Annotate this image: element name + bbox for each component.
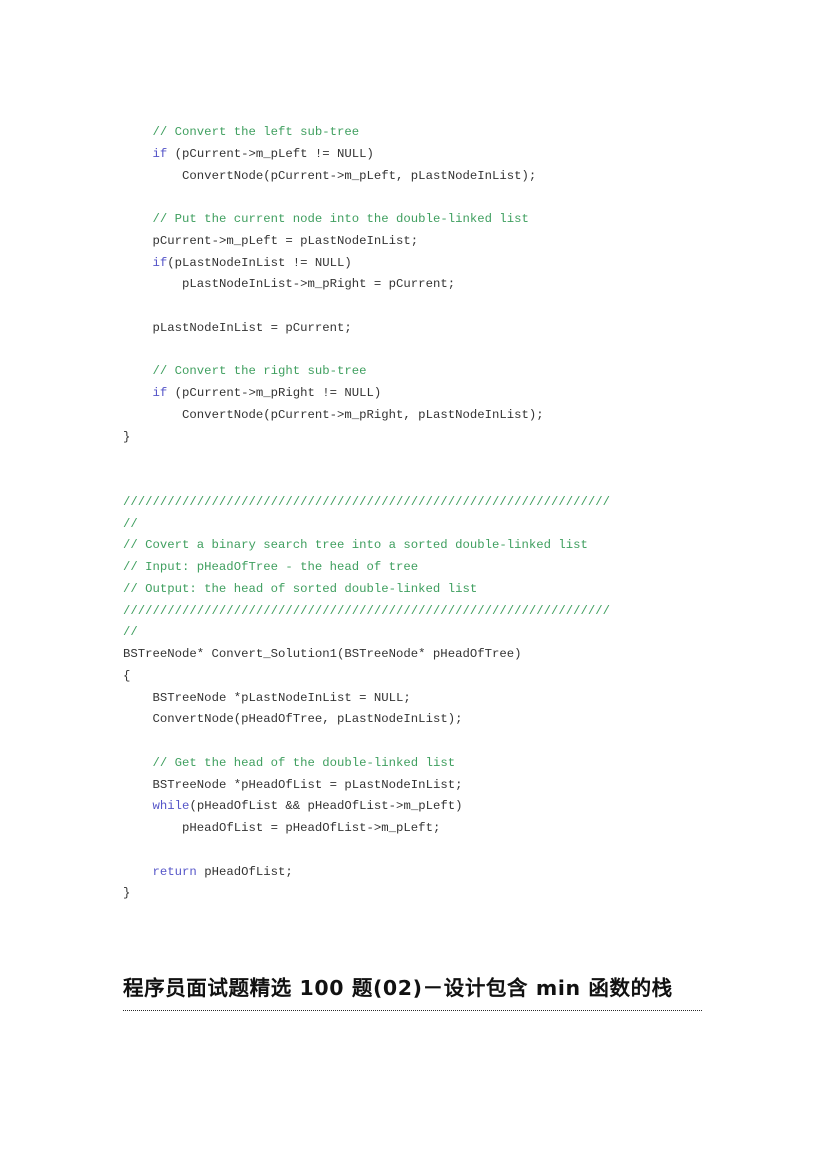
code-line: } bbox=[123, 883, 743, 905]
code-token-plain: BSTreeNode* Convert_Solution1(BSTreeNode… bbox=[123, 647, 522, 661]
code-line: // Get the head of the double-linked lis… bbox=[123, 753, 743, 775]
code-line: // Output: the head of sorted double-lin… bbox=[123, 579, 743, 601]
code-token-comment: // bbox=[123, 625, 138, 640]
code-line: if (pCurrent->m_pLeft != NULL) bbox=[123, 144, 743, 166]
code-token-keyword: while bbox=[152, 799, 190, 814]
code-line: BSTreeNode *pLastNodeInList = NULL; bbox=[123, 688, 743, 710]
code-token-plain: ConvertNode(pCurrent->m_pLeft, pLastNode… bbox=[182, 168, 537, 183]
code-token-plain: BSTreeNode *pHeadOfList = pLastNodeInLis… bbox=[152, 777, 463, 792]
code-line: if(pLastNodeInList != NULL) bbox=[123, 253, 743, 275]
code-line: // Input: pHeadOfTree - the head of tree bbox=[123, 557, 743, 579]
heading-divider-rule bbox=[123, 1010, 702, 1011]
code-token-plain: ConvertNode(pCurrent->m_pRight, pLastNod… bbox=[182, 407, 544, 422]
code-token-keyword: return bbox=[152, 864, 197, 879]
code-token-plain: BSTreeNode *pLastNodeInList = NULL; bbox=[152, 690, 411, 705]
code-line: // Convert the left sub-tree bbox=[123, 122, 743, 144]
code-line: pLastNodeInList = pCurrent; bbox=[123, 318, 743, 340]
code-token-plain: (pHeadOfList && pHeadOfList->m_pLeft) bbox=[189, 799, 463, 814]
code-block: // Convert the left sub-tree if (pCurren… bbox=[123, 122, 743, 905]
code-token-plain: pCurrent->m_pLeft = pLastNodeInList; bbox=[152, 233, 419, 248]
code-line: // Covert a binary search tree into a so… bbox=[123, 535, 743, 557]
code-token-plain: } bbox=[123, 886, 131, 901]
code-line: // Convert the right sub-tree bbox=[123, 361, 743, 383]
code-token-comment: // Put the current node into the double-… bbox=[152, 212, 529, 226]
code-line: ////////////////////////////////////////… bbox=[123, 492, 743, 514]
code-token-plain: pLastNodeInList->m_pRight = pCurrent; bbox=[182, 277, 456, 292]
code-line: pCurrent->m_pLeft = pLastNodeInList; bbox=[123, 231, 743, 253]
code-token-plain: } bbox=[123, 429, 131, 444]
code-line: ConvertNode(pCurrent->m_pRight, pLastNod… bbox=[123, 405, 743, 427]
code-token-plain: ConvertNode(pHeadOfTree, pLastNodeInList… bbox=[152, 712, 463, 727]
code-line: // bbox=[123, 622, 743, 644]
code-line: pHeadOfList = pHeadOfList->m_pLeft; bbox=[123, 818, 743, 840]
code-line: ////////////////////////////////////////… bbox=[123, 601, 743, 623]
code-token-plain: pLastNodeInList = pCurrent; bbox=[152, 320, 352, 335]
code-token-plain: pHeadOfList; bbox=[196, 864, 293, 879]
code-token-plain: { bbox=[123, 668, 131, 683]
section-heading-block: 程序员面试题精选 100 题(02)－设计包含 min 函数的栈 bbox=[123, 972, 703, 1011]
code-token-plain: (pCurrent->m_pLeft != NULL) bbox=[167, 146, 374, 161]
code-token-keyword: if bbox=[152, 386, 168, 400]
code-token-plain: (pLastNodeInList != NULL) bbox=[167, 255, 352, 270]
code-token-comment: // Output: the head of sorted double-lin… bbox=[123, 581, 478, 596]
code-line: } bbox=[123, 427, 743, 449]
code-line: ConvertNode(pCurrent->m_pLeft, pLastNode… bbox=[123, 166, 743, 188]
code-line: if (pCurrent->m_pRight != NULL) bbox=[123, 383, 743, 405]
code-token-plain: (pCurrent->m_pRight != NULL) bbox=[167, 386, 382, 400]
code-token-keyword: if bbox=[152, 146, 168, 161]
code-line: return pHeadOfList; bbox=[123, 862, 743, 884]
code-token-comment: // Get the head of the double-linked lis… bbox=[152, 755, 456, 770]
code-token-comment: // Convert the right sub-tree bbox=[152, 364, 367, 379]
page-title: 程序员面试题精选 100 题(02)－设计包含 min 函数的栈 bbox=[123, 976, 673, 1000]
code-token-comment: // Convert the left sub-tree bbox=[152, 125, 360, 139]
code-line: BSTreeNode* Convert_Solution1(BSTreeNode… bbox=[123, 644, 743, 666]
code-token-keyword: if bbox=[152, 255, 168, 270]
code-token-plain: pHeadOfList = pHeadOfList->m_pLeft; bbox=[182, 821, 441, 835]
code-token-divider: ////////////////////////////////////////… bbox=[123, 603, 611, 618]
code-line: BSTreeNode *pHeadOfList = pLastNodeInLis… bbox=[123, 775, 743, 797]
code-line: // Put the current node into the double-… bbox=[123, 209, 743, 231]
code-token-divider: ////////////////////////////////////////… bbox=[123, 494, 611, 509]
code-line: { bbox=[123, 666, 743, 688]
code-token-comment: // bbox=[123, 516, 138, 531]
code-token-comment: // Input: pHeadOfTree - the head of tree bbox=[123, 560, 419, 574]
code-token-comment: // Covert a binary search tree into a so… bbox=[123, 538, 588, 553]
code-line: // bbox=[123, 514, 743, 536]
code-line: while(pHeadOfList && pHeadOfList->m_pLef… bbox=[123, 796, 743, 818]
code-line: pLastNodeInList->m_pRight = pCurrent; bbox=[123, 274, 743, 296]
document-page: // Convert the left sub-tree if (pCurren… bbox=[0, 0, 826, 1169]
code-line: ConvertNode(pHeadOfTree, pLastNodeInList… bbox=[123, 709, 743, 731]
